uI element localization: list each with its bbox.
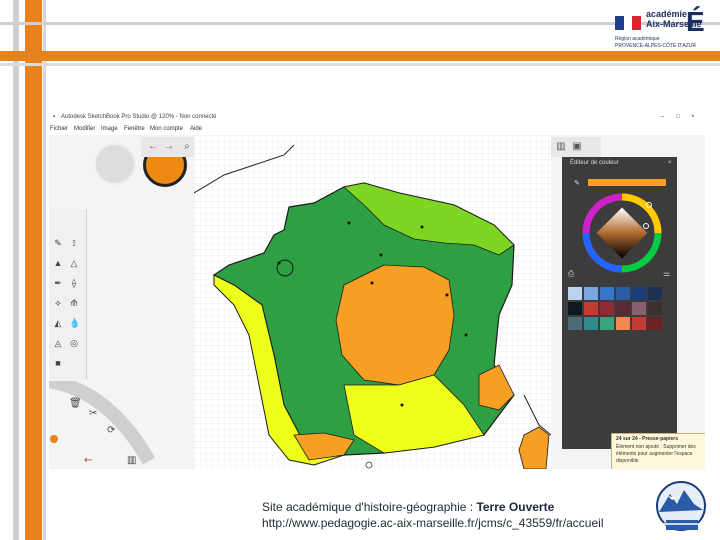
undo-icon[interactable]: ←: [147, 140, 159, 153]
smudge-brush-icon[interactable]: ⟰: [69, 297, 79, 309]
frame-bar-grey: [13, 0, 19, 540]
panel-close-icon[interactable]: ×: [668, 160, 672, 166]
logo-line-academie: académie: [646, 9, 688, 19]
maximize-icon[interactable]: □: [676, 114, 680, 120]
terre-ouverte-logo-icon: [656, 481, 706, 531]
color-swatch[interactable]: [616, 317, 630, 330]
frame-line-grey: [0, 63, 720, 66]
app-titlebar: ▪ Autodesk SketchBook Pro Studio @ 120% …: [49, 111, 705, 124]
menu-image[interactable]: Image: [101, 126, 118, 132]
lagoon-menu[interactable]: 🗑 ✂ ⟳ ← ▥: [49, 381, 159, 469]
color-swatch[interactable]: [632, 317, 646, 330]
footer-prefix: Site académique d'histoire-géographie :: [262, 500, 477, 514]
color-wheel-brush-icon[interactable]: ◎: [69, 337, 79, 349]
app-icon: ▪: [53, 114, 56, 120]
water-brush-icon[interactable]: 💧: [69, 317, 80, 329]
frame-line-orange: [0, 51, 720, 61]
brush-size-puck[interactable]: [94, 143, 136, 185]
color-swatch[interactable]: [648, 287, 662, 300]
copic-icon[interactable]: ▥: [555, 140, 567, 153]
color-swatch[interactable]: [568, 287, 582, 300]
logo-letter: É: [686, 6, 705, 37]
color-swatch[interactable]: [616, 287, 630, 300]
minimize-icon[interactable]: –: [661, 114, 664, 120]
logo-region-line1: Région académique: [615, 36, 660, 42]
sliders-icon[interactable]: ⚌: [663, 269, 670, 278]
menu-aide[interactable]: Aide: [190, 126, 202, 132]
footer-site-line: Site académique d'histoire-géographie : …: [262, 500, 554, 514]
color-swatch[interactable]: [600, 287, 614, 300]
svg-text:⟳: ⟳: [107, 425, 116, 436]
color-editor-panel: Éditeur de couleur × ✎ ⎙ ⚌: [562, 157, 677, 449]
menu-fichier[interactable]: Fichier: [50, 126, 68, 132]
clipboard-line1: Élément non ajouté : Supprimer des: [616, 444, 696, 450]
eraser-brush-icon[interactable]: ◬: [53, 337, 63, 349]
color-swatch[interactable]: [648, 317, 662, 330]
svg-text:✂: ✂: [89, 408, 97, 419]
footer-site-name: Terre Ouverte: [476, 500, 555, 514]
logo-region-line2: PROVENCE-ALPES-CÔTE D'AZUR: [615, 43, 696, 49]
color-swatch[interactable]: [616, 302, 630, 315]
footer-url[interactable]: http://www.pedagogie.ac-aix-marseille.fr…: [262, 516, 603, 530]
academy-logo: académie Aix-Marseille É Région académiq…: [612, 6, 712, 52]
color-swatch[interactable]: [648, 302, 662, 315]
color-swatch[interactable]: [584, 302, 598, 315]
color-wheel[interactable]: [582, 193, 662, 273]
color-swatch[interactable]: [632, 302, 646, 315]
zoom-icon[interactable]: ⌕: [181, 140, 193, 153]
color-swatch[interactable]: [568, 317, 582, 330]
marker-brush-icon[interactable]: ▲: [53, 257, 63, 269]
chisel-brush-icon[interactable]: ⟡: [53, 297, 63, 309]
svg-text:🗑: 🗑: [69, 397, 82, 409]
current-color-bar[interactable]: [588, 179, 666, 186]
svg-text:▥: ▥: [127, 455, 136, 466]
color-swatch[interactable]: [600, 317, 614, 330]
clipboard-notification: 24 sur 24 - Presse-papiers Élément non a…: [611, 433, 705, 469]
app-title: Autodesk SketchBook Pro Studio @ 120% - …: [61, 114, 217, 120]
eyedropper-icon-panel[interactable]: ✎: [574, 179, 580, 187]
frame-bar-grey-thin: [43, 0, 46, 540]
ballpoint-brush-icon[interactable]: ✒: [53, 277, 63, 289]
color-swatch[interactable]: [568, 302, 582, 315]
clipboard-line3: disponible: [616, 458, 639, 464]
brush-palette: ✎ ⟟ ▲ △ ✒ ⟠ ⟡ ⟰ ◭ 💧 ◬ ◎ ■: [49, 209, 87, 379]
layers-panel-icon[interactable]: ▣: [571, 140, 583, 153]
clipboard-title: 24 sur 24 - Presse-papiers: [616, 436, 678, 442]
black-swatch-icon[interactable]: ■: [53, 357, 63, 369]
france-map-drawing: [193, 135, 552, 469]
drawing-canvas[interactable]: [193, 135, 552, 469]
color-swatch[interactable]: [584, 317, 598, 330]
color-swatch[interactable]: [632, 287, 646, 300]
paintbrush-icon[interactable]: ⟠: [69, 277, 79, 289]
airbrush-icon[interactable]: △: [69, 257, 79, 269]
svg-text:←: ←: [84, 455, 92, 466]
redo-icon[interactable]: →: [163, 140, 175, 153]
color-editor-title: Éditeur de couleur: [570, 160, 619, 166]
menu-mon-compte[interactable]: Mon compte: [150, 126, 183, 132]
ink-brush-icon[interactable]: ⟟: [69, 237, 79, 249]
menu-modifier[interactable]: Modifier: [74, 126, 95, 132]
color-swatch[interactable]: [584, 287, 598, 300]
sketchbook-screenshot: ▪ Autodesk SketchBook Pro Studio @ 120% …: [49, 111, 705, 469]
menu-fenetre[interactable]: Fenêtre: [124, 126, 145, 132]
frame-bar-orange: [25, 0, 42, 540]
close-icon[interactable]: ×: [691, 114, 695, 120]
french-flag-icon: [615, 16, 641, 30]
app-menubar: Fichier Modifier Image Fenêtre Mon compt…: [49, 124, 705, 135]
blur-brush-icon[interactable]: ◭: [53, 317, 63, 329]
clipboard-line2: éléments pour augmenter l'espace: [616, 451, 693, 457]
lock-icon[interactable]: ⎙: [568, 269, 574, 279]
color-swatch[interactable]: [600, 302, 614, 315]
pencil-brush-icon[interactable]: ✎: [53, 237, 63, 249]
